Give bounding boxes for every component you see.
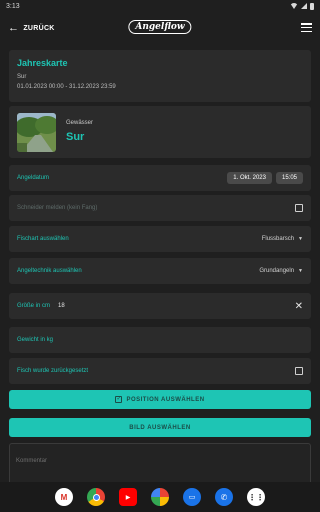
technique-value: Grundangeln — [259, 268, 295, 274]
select-position-label: POSITION AUSWÄHLEN — [126, 396, 205, 403]
youtube-icon[interactable]: ▶ — [119, 488, 137, 506]
dropdown-arrow-icon: ▼ — [298, 268, 303, 274]
date-picker-button[interactable]: 1. Okt. 2023 — [227, 172, 272, 184]
size-value[interactable]: 18 — [58, 303, 65, 309]
fish-label: Fischart auswählen — [17, 236, 69, 242]
comment-placeholder: Kommentar — [16, 458, 48, 464]
date-controls: 1. Okt. 2023 15:05 — [227, 172, 303, 184]
size-field[interactable]: Größe in cm 18 ✕ — [9, 293, 311, 319]
chrome-icon[interactable] — [87, 488, 105, 506]
schneider-label: Schneider melden (kein Fang) — [17, 205, 98, 211]
weight-field[interactable]: Gewicht in kg — [9, 327, 311, 353]
app-dock: M ▶ ▭ ✆ ⋮⋮ — [0, 482, 320, 512]
select-image-button[interactable]: BILD AUSWÄHLEN — [9, 418, 311, 437]
fish-select[interactable]: Flussbarsch ▼ — [262, 236, 303, 242]
ticket-card: Jahreskarte Sur 01.01.2023 00:00 - 31.12… — [9, 50, 311, 102]
schneider-row[interactable]: Schneider melden (kein Fang) — [9, 195, 311, 221]
water-label: Gewässer — [66, 120, 94, 126]
apps-icon[interactable]: ⋮⋮ — [247, 488, 265, 506]
signal-icon — [301, 3, 307, 9]
weight-label: Gewicht in kg — [17, 337, 54, 343]
fish-select-row[interactable]: Fischart auswählen Flussbarsch ▼ — [9, 226, 311, 252]
released-label: Fisch wurde zurückgesetzt — [17, 368, 89, 374]
phone-icon[interactable]: ✆ — [215, 488, 233, 506]
status-time: 3:13 — [6, 2, 20, 10]
ticket-title: Jahreskarte — [17, 58, 68, 68]
water-name: Sur — [66, 131, 85, 143]
app-bar: ← ZURÜCK Angelflow — [0, 14, 320, 42]
battery-icon — [310, 2, 314, 10]
released-checkbox[interactable] — [295, 367, 303, 375]
hamburger-menu-icon[interactable] — [301, 23, 312, 32]
messages-icon[interactable]: ▭ — [183, 488, 201, 506]
date-row: Angeldatum 1. Okt. 2023 15:05 — [9, 165, 311, 191]
size-label: Größe in cm — [17, 303, 51, 309]
select-position-button[interactable]: ✓ POSITION AUSWÄHLEN — [9, 390, 311, 409]
photos-icon[interactable] — [151, 488, 169, 506]
time-picker-button[interactable]: 15:05 — [275, 172, 303, 184]
ticket-date-range: 01.01.2023 00:00 - 31.12.2023 23:59 — [17, 84, 116, 90]
technique-select[interactable]: Grundangeln ▼ — [259, 268, 303, 274]
status-bar: 3:13 — [0, 0, 320, 12]
status-icons — [290, 2, 314, 10]
technique-select-row[interactable]: Angeltechnik auswählen Grundangeln ▼ — [9, 258, 311, 284]
ticket-subtitle: Sur — [17, 74, 27, 80]
arrow-left-icon: ← — [8, 21, 20, 34]
app-logo: Angelflow — [128, 20, 192, 34]
clear-icon[interactable]: ✕ — [295, 301, 303, 312]
wifi-icon — [290, 3, 298, 9]
released-row[interactable]: Fisch wurde zurückgesetzt — [9, 358, 311, 384]
date-label: Angeldatum — [17, 175, 50, 181]
back-button[interactable]: ← ZURÜCK — [8, 21, 55, 34]
water-card[interactable]: Gewässer Sur — [9, 106, 311, 158]
back-label: ZURÜCK — [23, 24, 55, 32]
schneider-checkbox[interactable] — [295, 204, 303, 212]
gmail-icon[interactable]: M — [55, 488, 73, 506]
select-image-label: BILD AUSWÄHLEN — [129, 424, 191, 431]
water-thumbnail — [17, 113, 56, 152]
fish-value: Flussbarsch — [261, 236, 295, 242]
dropdown-arrow-icon: ▼ — [298, 236, 303, 242]
checkbox-icon: ✓ — [115, 396, 123, 403]
technique-label: Angeltechnik auswählen — [17, 268, 82, 274]
